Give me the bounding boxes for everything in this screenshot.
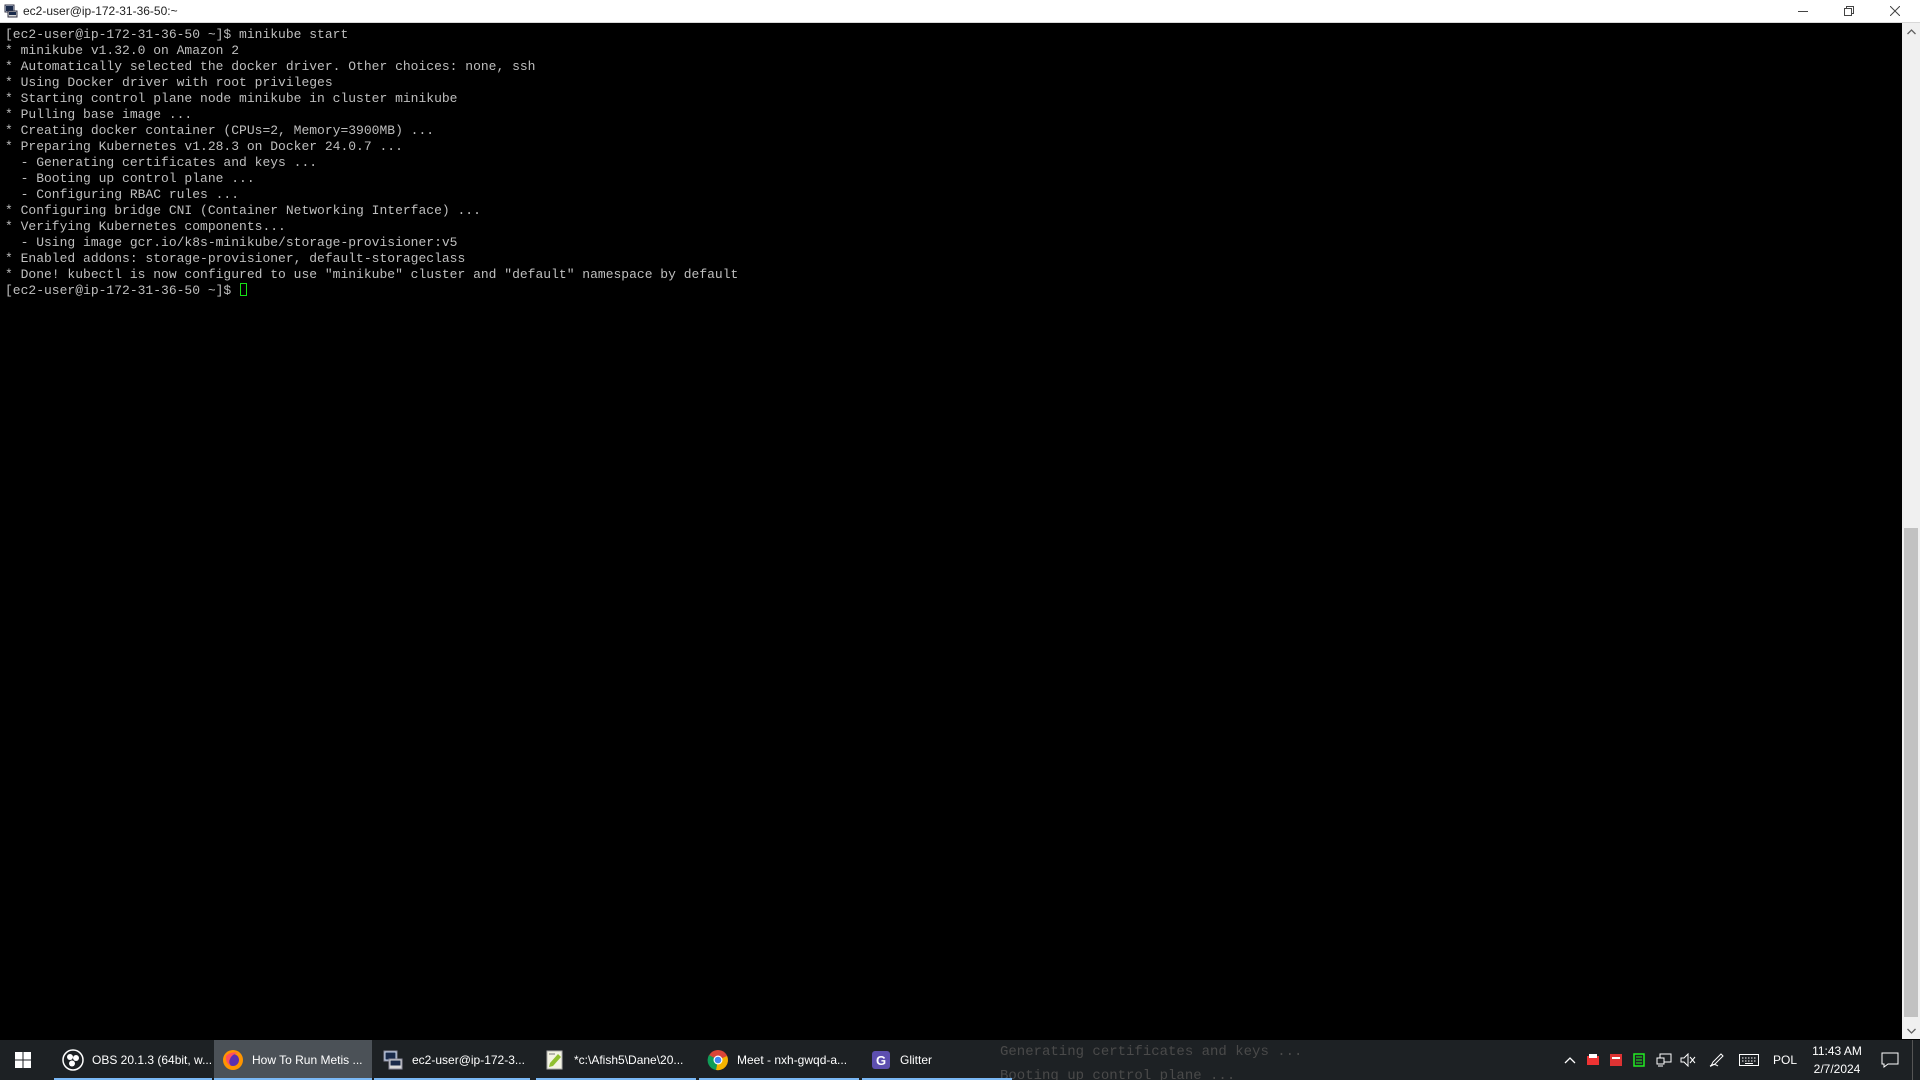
terminal-line: * Starting control plane node minikube i… xyxy=(5,91,458,106)
terminal-line: * Creating docker container (CPUs=2, Mem… xyxy=(5,123,435,138)
taskbar-item-label: ec2-user@ip-172-3... xyxy=(412,1053,525,1067)
input-language-indicator[interactable]: POL xyxy=(1773,1053,1797,1067)
terminal-line: - Booting up control plane ... xyxy=(5,171,255,186)
scroll-down-arrow-icon[interactable] xyxy=(1902,1022,1920,1039)
terminal-line: * Done! kubectl is now configured to use… xyxy=(5,267,739,282)
vertical-scrollbar[interactable] xyxy=(1902,23,1920,1039)
terminal-line: * Pulling base image ... xyxy=(5,107,193,122)
window-title-bar[interactable]: ec2-user@ip-172-31-36-50:~ xyxy=(0,0,1920,23)
clock-time[interactable]: 11:43 AM xyxy=(1810,1044,1864,1058)
terminal-line: * Verifying Kubernetes components... xyxy=(5,219,286,234)
ghost-line: Generating certificates and keys ... xyxy=(1000,1044,1303,1060)
background-overlay-text: Generating certificates and keys ... Boo… xyxy=(1000,1040,1320,1080)
terminal-area[interactable]: [ec2-user@ip-172-31-36-50 ~]$ minikube s… xyxy=(0,23,1902,1039)
taskbar-item-glitter[interactable]: G Glitter xyxy=(862,1040,1012,1080)
clock-date[interactable]: 2/7/2024 xyxy=(1810,1062,1864,1076)
network-icon[interactable] xyxy=(1656,1052,1672,1068)
svg-text:G: G xyxy=(876,1053,886,1068)
terminal-prompt: [ec2-user@ip-172-31-36-50 ~]$ xyxy=(5,283,240,298)
terminal-line: * Using Docker driver with root privileg… xyxy=(5,75,333,90)
volume-muted-icon[interactable] xyxy=(1680,1052,1696,1068)
scrollbar-thumb[interactable] xyxy=(1904,528,1918,1017)
show-hidden-icons-chevron-icon[interactable] xyxy=(1562,1052,1578,1068)
tray-app-icon[interactable] xyxy=(1631,1052,1647,1068)
terminal-line: [ec2-user@ip-172-31-36-50 ~]$ minikube s… xyxy=(5,27,349,42)
taskbar-item-label: How To Run Metis ... xyxy=(252,1053,363,1067)
ghost-line: Booting up control plane ... xyxy=(1000,1068,1236,1080)
tray-app-icon[interactable] xyxy=(1585,1052,1601,1068)
terminal-line: - Generating certificates and keys ... xyxy=(5,155,318,170)
start-button[interactable] xyxy=(0,1040,46,1080)
close-button[interactable] xyxy=(1872,0,1918,22)
taskbar-item-firefox[interactable]: How To Run Metis ... xyxy=(214,1040,372,1080)
putty-icon xyxy=(4,4,18,18)
taskbar-item-chrome[interactable]: Meet - nxh-gwqd-a... xyxy=(699,1040,859,1080)
terminal-cursor xyxy=(240,283,248,296)
terminal-line: - Using image gcr.io/k8s-minikube/storag… xyxy=(5,235,458,250)
taskbar-item-notepad-plus[interactable]: *c:\Afish5\Dane\20... xyxy=(536,1040,696,1080)
show-desktop-divider[interactable] xyxy=(1912,1040,1913,1080)
minimize-button[interactable] xyxy=(1780,0,1826,22)
taskbar-item-putty[interactable]: ec2-user@ip-172-3... xyxy=(374,1040,530,1080)
taskbar-item-label: *c:\Afish5\Dane\20... xyxy=(574,1053,684,1067)
windows-logo-icon xyxy=(15,1052,31,1068)
taskbar-item-label: OBS 20.1.3 (64bit, w... xyxy=(92,1053,212,1067)
glitter-icon: G xyxy=(870,1049,892,1071)
terminal-line: * Automatically selected the docker driv… xyxy=(5,59,536,74)
action-center-icon[interactable] xyxy=(1880,1052,1900,1068)
terminal-line: * Preparing Kubernetes v1.28.3 on Docker… xyxy=(5,139,403,154)
putty-icon xyxy=(382,1049,404,1071)
scroll-up-arrow-icon[interactable] xyxy=(1902,23,1920,40)
terminal-line: * Enabled addons: storage-provisioner, d… xyxy=(5,251,466,266)
restore-button[interactable] xyxy=(1826,0,1872,22)
obs-icon xyxy=(62,1049,84,1071)
chrome-icon xyxy=(707,1049,729,1071)
taskbar-item-label: Meet - nxh-gwqd-a... xyxy=(737,1053,848,1067)
keyboard-icon[interactable] xyxy=(1738,1052,1760,1068)
terminal-prompt-line: [ec2-user@ip-172-31-36-50 ~]$ xyxy=(5,283,1902,299)
terminal-line: * Configuring bridge CNI (Container Netw… xyxy=(5,203,481,218)
tray-app-icon[interactable] xyxy=(1608,1052,1624,1068)
firefox-icon xyxy=(222,1049,244,1071)
terminal-output: [ec2-user@ip-172-31-36-50 ~]$ minikube s… xyxy=(0,23,1902,299)
taskbar-item-obs[interactable]: OBS 20.1.3 (64bit, w... xyxy=(54,1040,212,1080)
pen-icon[interactable] xyxy=(1709,1052,1725,1068)
terminal-line: - Configuring RBAC rules ... xyxy=(5,187,240,202)
notepad-plus-icon xyxy=(544,1049,566,1071)
window-title: ec2-user@ip-172-31-36-50:~ xyxy=(23,4,178,18)
terminal-line: * minikube v1.32.0 on Amazon 2 xyxy=(5,43,240,58)
taskbar-item-label: Glitter xyxy=(900,1053,933,1067)
taskbar: Generating certificates and keys ... Boo… xyxy=(0,1040,1920,1080)
